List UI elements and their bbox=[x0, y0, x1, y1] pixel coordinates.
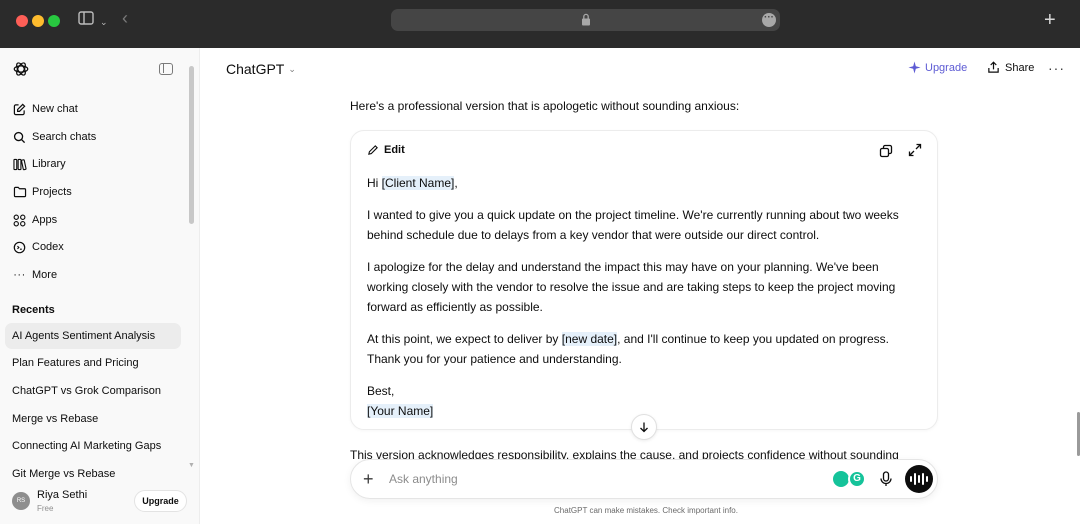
scroll-down-arrow-icon[interactable]: ▼ bbox=[188, 462, 195, 469]
paragraph-2: I apologize for the delay and understand… bbox=[367, 260, 896, 314]
nav-label: New chat bbox=[32, 103, 78, 115]
sidebar-upgrade-button[interactable]: Upgrade bbox=[134, 490, 187, 512]
email-draft: Hi [Client Name], I wanted to give you a… bbox=[367, 173, 923, 421]
upgrade-label: Upgrade bbox=[925, 61, 968, 74]
copy-icon[interactable] bbox=[879, 144, 893, 158]
paragraph-3: At this point, we expect to deliver by [… bbox=[367, 329, 923, 369]
user-plan: Free bbox=[37, 504, 54, 513]
new-tab-button[interactable]: + bbox=[1044, 10, 1056, 30]
user-account-row[interactable]: RS Riya Sethi Free Upgrade bbox=[0, 480, 199, 524]
sidebar-toggle-icon[interactable] bbox=[78, 10, 94, 30]
apps-button[interactable]: Apps bbox=[12, 209, 57, 231]
recent-chat-item[interactable]: ChatGPT vs Grok Comparison bbox=[5, 378, 181, 404]
greeting-text: Hi bbox=[367, 176, 382, 190]
recent-chat-item[interactable]: Merge vs Rebase bbox=[5, 406, 181, 432]
sidebar: New chat Search chats Library Projects A… bbox=[0, 48, 200, 524]
chevron-down-icon[interactable]: ⌄ bbox=[100, 12, 108, 32]
more-dots-icon: ··· bbox=[13, 269, 26, 281]
recent-chat-item[interactable]: Connecting AI Marketing Gaps bbox=[5, 433, 181, 459]
model-selector[interactable]: ChatGPT ⌄ bbox=[226, 61, 296, 77]
chat-header: ChatGPT ⌄ Upgrade Share ··· bbox=[212, 48, 1080, 92]
greeting: Hi [Client Name], bbox=[367, 173, 923, 193]
grammarly-icon[interactable]: G bbox=[848, 470, 866, 488]
address-bar[interactable]: ··· bbox=[391, 9, 780, 31]
upgrade-button[interactable]: Upgrade bbox=[908, 61, 967, 74]
add-attachment-button[interactable]: + bbox=[363, 468, 374, 490]
minimize-window-button[interactable] bbox=[32, 15, 44, 27]
more-button[interactable]: ··· More bbox=[12, 264, 57, 286]
projects-button[interactable]: Projects bbox=[12, 181, 72, 203]
voice-bar bbox=[918, 475, 920, 483]
lock-icon bbox=[582, 13, 590, 26]
new-chat-button[interactable]: New chat bbox=[12, 98, 78, 120]
back-arrow-icon[interactable]: ‹ bbox=[122, 8, 128, 28]
user-name: Riya Sethi bbox=[37, 489, 88, 501]
search-icon bbox=[12, 130, 27, 145]
avatar: RS bbox=[12, 492, 30, 510]
page-menu-icon[interactable]: ··· bbox=[762, 13, 776, 27]
codex-button[interactable]: Codex bbox=[12, 236, 64, 258]
share-button[interactable]: Share bbox=[987, 61, 1034, 74]
disclaimer: ChatGPT can make mistakes. Check importa… bbox=[554, 506, 738, 515]
share-label: Share bbox=[1005, 61, 1035, 74]
paragraph-1: I wanted to give you a quick update on t… bbox=[367, 208, 899, 242]
apps-grid-icon bbox=[12, 213, 27, 228]
collapse-sidebar-icon[interactable] bbox=[159, 63, 173, 75]
composer: + Ask anything G bbox=[350, 459, 938, 499]
voice-bar bbox=[910, 476, 912, 482]
your-name-placeholder: [Your Name] bbox=[367, 404, 434, 418]
recent-chat-item[interactable]: AI Agents Sentiment Analysis bbox=[5, 323, 181, 349]
pencil-icon bbox=[368, 145, 378, 155]
greeting-punct: , bbox=[454, 176, 458, 190]
model-name: ChatGPT bbox=[226, 61, 285, 77]
sidebar-scrollbar[interactable] bbox=[189, 66, 194, 224]
voice-bar bbox=[926, 476, 928, 482]
assistant-message-outro: This version acknowledges responsibility… bbox=[350, 448, 899, 459]
signoff-text: Best, bbox=[367, 384, 395, 398]
nav-label: Codex bbox=[32, 241, 64, 253]
recent-chat-item[interactable]: Plan Features and Pricing bbox=[5, 350, 181, 376]
library-button[interactable]: Library bbox=[12, 153, 66, 175]
nav-label: Projects bbox=[32, 186, 72, 198]
paragraph-3-text: At this point, we expect to deliver by bbox=[367, 332, 562, 346]
nav-label: Apps bbox=[32, 214, 58, 226]
library-icon bbox=[12, 157, 27, 172]
nav-label: Library bbox=[32, 158, 66, 170]
nav-label: Search chats bbox=[32, 131, 97, 143]
sparkle-icon bbox=[908, 61, 921, 74]
edit-label: Edit bbox=[384, 144, 405, 156]
voice-bar bbox=[914, 473, 916, 485]
search-chats-button[interactable]: Search chats bbox=[12, 126, 96, 148]
expand-icon[interactable] bbox=[908, 143, 922, 157]
grammarly-suggestion-icon[interactable] bbox=[833, 471, 849, 487]
assistant-message-intro: Here's a professional version that is ap… bbox=[350, 99, 740, 113]
openai-logo-icon[interactable] bbox=[12, 60, 30, 78]
share-icon bbox=[988, 61, 999, 73]
recents-heading: Recents bbox=[12, 304, 55, 316]
canvas-draft-card: Edit Hi [Client Name], I wanted to give … bbox=[350, 130, 938, 430]
date-placeholder: [new date] bbox=[561, 332, 618, 346]
codex-icon bbox=[12, 240, 27, 255]
arrow-down-icon bbox=[640, 422, 648, 433]
pencil-square-icon bbox=[12, 102, 27, 117]
edit-button[interactable]: Edit bbox=[367, 144, 405, 156]
close-window-button[interactable] bbox=[16, 15, 28, 27]
message-input[interactable]: Ask anything bbox=[389, 472, 458, 486]
voice-mode-button[interactable] bbox=[905, 465, 933, 493]
chevron-down-icon: ⌄ bbox=[288, 63, 296, 74]
client-name-placeholder: [Client Name] bbox=[381, 176, 455, 190]
browser-toolbar: ⌄ ‹ ··· + bbox=[0, 0, 1080, 48]
folder-icon bbox=[12, 185, 27, 200]
scroll-to-bottom-button[interactable] bbox=[631, 414, 657, 440]
voice-bar bbox=[922, 473, 924, 485]
more-options-icon[interactable]: ··· bbox=[1048, 60, 1065, 76]
nav-label: More bbox=[32, 269, 58, 281]
zoom-window-button[interactable] bbox=[48, 15, 60, 27]
microphone-icon[interactable] bbox=[879, 471, 893, 487]
